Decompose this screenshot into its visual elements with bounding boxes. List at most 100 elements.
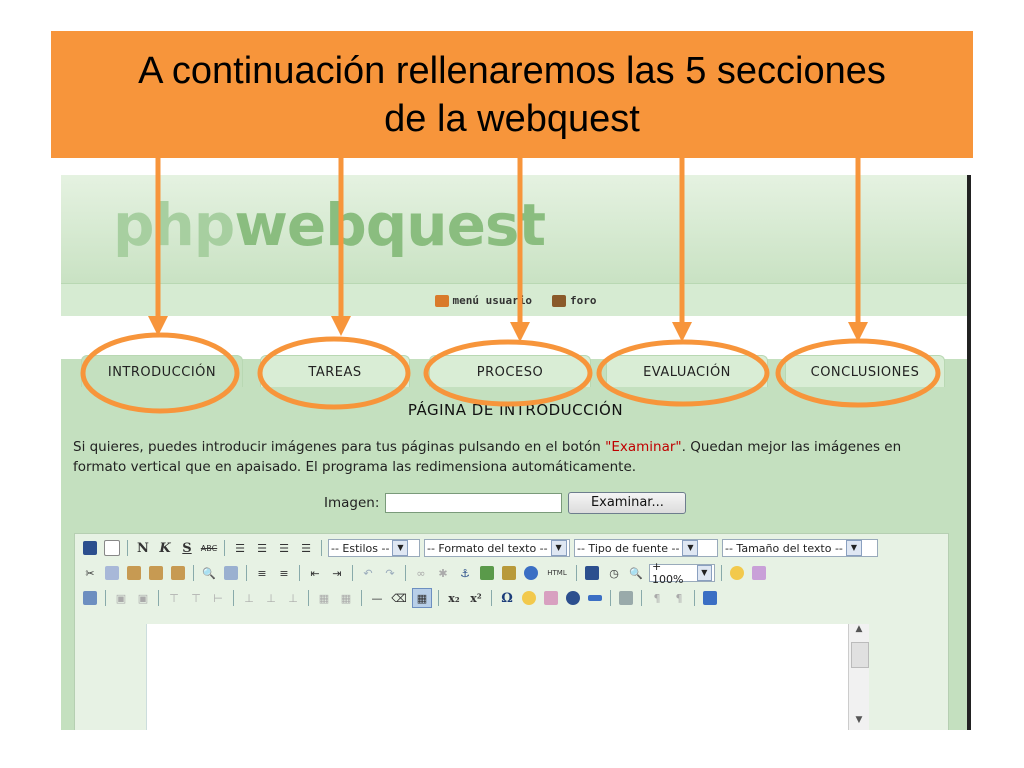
intro-page: PÁGINA DE INTRODUCCIÓN Si quieres, puede… [61,387,970,730]
smiley-icon[interactable] [520,589,538,607]
media-icon[interactable] [586,589,604,607]
toolbar-separator [352,565,353,581]
merge-cells-icon[interactable]: ▦ [337,589,355,607]
toolbar-separator [576,565,577,581]
toolbar-separator [610,590,611,606]
preview-icon[interactable]: 🔍 [627,564,645,582]
special-char-button[interactable]: Ω [498,589,516,607]
strikethrough-button[interactable]: ABC [200,539,218,557]
paste-icon[interactable] [125,564,143,582]
superscript-icon[interactable]: x² [467,589,485,607]
copy-icon[interactable] [103,564,121,582]
toolbar-separator [361,590,362,606]
toolbar-separator [299,565,300,581]
format-select[interactable]: -- Formato del texto -- ▼ [424,539,570,557]
redo-icon[interactable]: ↷ [381,564,399,582]
delete-col-icon[interactable]: ⊥ [284,589,302,607]
bullet-list-icon[interactable]: ≡ [253,564,271,582]
link-icon[interactable]: ∞ [412,564,430,582]
spellcheck-icon[interactable] [750,564,768,582]
cut-icon[interactable]: ✂ [81,564,99,582]
justify-icon[interactable]: ☰ [297,539,315,557]
tab-conclusiones[interactable]: CONCLUSIONES [785,355,945,388]
align-right-icon[interactable]: ☰ [275,539,293,557]
align-left-icon[interactable]: ☰ [231,539,249,557]
toolbar-separator [224,540,225,556]
tab-tareas[interactable]: TAREAS [260,355,410,388]
image-icon[interactable] [478,564,496,582]
frame-edge [967,175,971,730]
table-cell-props-icon[interactable]: ▣ [134,589,152,607]
tab-introduccion[interactable]: INTRODUCCIÓN [81,355,243,388]
table-icon[interactable]: ▦ [412,588,432,608]
edit-icon[interactable] [81,589,99,607]
intro-text: Si quieres, puedes introducir imágenes p… [73,439,902,475]
toolbar-separator [438,590,439,606]
spell-icon[interactable] [542,589,560,607]
toolbar-separator [127,540,128,556]
table-row-props-icon[interactable]: ▣ [112,589,130,607]
ltr-icon[interactable]: ¶ [648,589,666,607]
bold-button[interactable]: N [134,539,152,557]
user-menu-link[interactable]: menú usuario [434,294,532,307]
insert-row-after-icon[interactable]: ⊤ [187,589,205,607]
chevron-down-icon: ▼ [392,540,409,556]
insert-col-before-icon[interactable]: ⊥ [240,589,258,607]
toolbar-row-2: ✂ 🔍 ≡ ≡ ⇤ ⇥ ↶ ↷ ∞ ✱ ⚓ HTML ◷ 🔍 + 100% ▼ [81,560,768,586]
undo-icon[interactable]: ↶ [359,564,377,582]
editor-text-area[interactable] [146,624,849,730]
phpwebquest-screenshot: phpwebquest menú usuario foro INTRODUCCI… [61,175,970,730]
underline-button[interactable]: S [178,539,196,557]
font-select[interactable]: -- Tipo de fuente -- ▼ [574,539,718,557]
paste-word-icon[interactable] [169,564,187,582]
italic-button[interactable]: K [156,539,174,557]
anchor-icon[interactable]: ⚓ [456,564,474,582]
tab-evaluacion[interactable]: EVALUACIÓN [606,355,768,388]
image-file-input[interactable] [385,493,563,513]
html-source-button[interactable]: HTML [544,564,570,582]
new-document-icon[interactable] [103,539,121,557]
tab-proceso[interactable]: PROCESO [429,355,591,388]
numbered-list-icon[interactable]: ≡ [275,564,293,582]
scroll-up-icon[interactable]: ▲ [849,624,869,640]
emoticon-icon[interactable] [728,564,746,582]
toolbar-separator [405,565,406,581]
zoom-select[interactable]: + 100% ▼ [649,560,715,586]
page-title: PÁGINA DE INTRODUCCIÓN [407,401,624,419]
scroll-thumb[interactable] [851,642,869,668]
time-icon[interactable]: ◷ [605,564,623,582]
toolbar-separator [721,565,722,581]
insert-col-after-icon[interactable]: ⊥ [262,589,280,607]
horizontal-rule-icon[interactable]: — [368,589,386,607]
chevron-down-icon: ▼ [845,540,862,556]
browse-button[interactable]: Examinar... [568,492,687,514]
editor-scrollbar[interactable]: ▲ ▼ [848,624,869,730]
eraser-icon[interactable]: ⌫ [390,589,408,607]
banner-line-1: A continuación rellenaremos las 5 seccio… [138,49,886,92]
subscript-icon[interactable]: x₂ [445,589,463,607]
print-icon[interactable] [617,589,635,607]
indent-icon[interactable]: ⇥ [328,564,346,582]
paste-text-icon[interactable] [147,564,165,582]
size-select[interactable]: -- Tamaño del texto -- ▼ [722,539,878,557]
align-center-icon[interactable]: ☰ [253,539,271,557]
find-icon[interactable]: 🔍 [200,564,218,582]
forum-link[interactable]: foro [551,294,596,307]
help-icon[interactable] [522,564,540,582]
toolbar-separator [694,590,695,606]
save-icon[interactable] [81,539,99,557]
date-icon[interactable] [583,564,601,582]
title-banner: A continuación rellenaremos las 5 seccio… [51,31,973,158]
cleanup-icon[interactable] [500,564,518,582]
styles-select[interactable]: -- Estilos -- ▼ [328,539,420,557]
rtl-icon[interactable]: ¶ [670,589,688,607]
delete-row-icon[interactable]: ⊢ [209,589,227,607]
flash-icon[interactable] [564,589,582,607]
insert-row-before-icon[interactable]: ⊤ [165,589,183,607]
outdent-icon[interactable]: ⇤ [306,564,324,582]
replace-icon[interactable] [222,564,240,582]
split-cells-icon[interactable]: ▦ [315,589,333,607]
unlink-icon[interactable]: ✱ [434,564,452,582]
scroll-down-icon[interactable]: ▼ [849,715,869,730]
fullscreen-icon[interactable] [701,589,719,607]
